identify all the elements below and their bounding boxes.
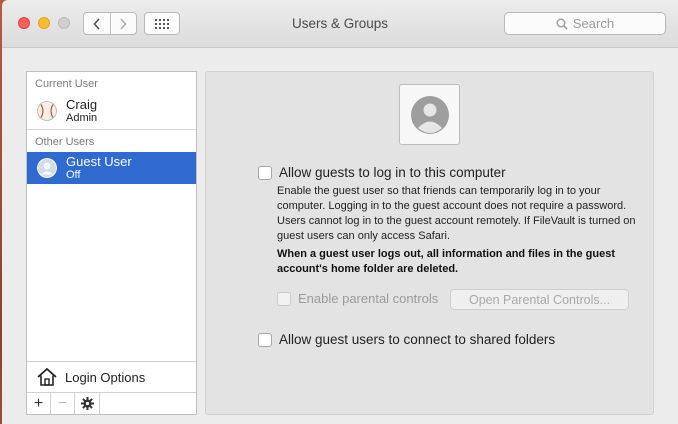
forward-button[interactable] bbox=[109, 13, 137, 34]
allow-guest-login-option[interactable]: Allow guests to log in to this computer bbox=[258, 165, 506, 180]
remove-user-button[interactable]: − bbox=[51, 393, 75, 414]
baseball-avatar-icon bbox=[37, 100, 57, 121]
zoom-window-button[interactable] bbox=[58, 17, 70, 29]
users-groups-window: Users & Groups Search Current User Craig… bbox=[2, 0, 678, 424]
guest-avatar bbox=[399, 84, 460, 145]
grid-icon bbox=[155, 18, 169, 29]
action-menu-button[interactable] bbox=[75, 393, 100, 414]
close-window-button[interactable] bbox=[18, 17, 30, 29]
chevron-right-icon bbox=[120, 17, 127, 30]
allow-guest-login-checkbox[interactable] bbox=[258, 165, 272, 180]
open-parental-controls-button[interactable]: Open Parental Controls... bbox=[450, 289, 629, 310]
gear-icon bbox=[80, 397, 94, 410]
users-list: Current User Craig Admin Other Users Gue… bbox=[26, 71, 197, 415]
user-status: Off bbox=[66, 169, 81, 181]
add-user-button[interactable]: + bbox=[27, 393, 51, 414]
generic-user-avatar-icon bbox=[37, 158, 57, 178]
titlebar: Users & Groups Search bbox=[2, 0, 678, 48]
back-forward-control bbox=[83, 12, 137, 35]
parental-controls-checkbox[interactable] bbox=[277, 291, 291, 306]
user-name: Craig bbox=[66, 96, 98, 112]
search-icon bbox=[556, 18, 568, 30]
user-name: Guest User bbox=[66, 154, 132, 169]
allow-guest-login-label: Allow guests to log in to this computer bbox=[279, 165, 506, 180]
user-role: Admin bbox=[66, 111, 98, 124]
parental-controls-option[interactable]: Enable parental controls bbox=[277, 291, 438, 306]
other-users-header: Other Users bbox=[35, 136, 95, 148]
show-all-button[interactable] bbox=[144, 12, 180, 35]
search-placeholder: Search bbox=[572, 16, 615, 31]
generic-user-icon bbox=[410, 95, 449, 134]
sidebar-toolbar: + − bbox=[27, 392, 196, 414]
shared-folders-label: Allow guest users to connect to shared f… bbox=[279, 332, 556, 347]
current-user-header: Current User bbox=[35, 78, 98, 90]
back-button[interactable] bbox=[84, 13, 110, 34]
login-options-item[interactable]: Login Options bbox=[27, 361, 196, 392]
guest-settings-panel: Allow guests to log in to this computer … bbox=[205, 71, 654, 415]
guest-description: Enable the guest user so that friends ca… bbox=[277, 185, 636, 242]
chevron-left-icon bbox=[93, 17, 100, 30]
login-options-label: Login Options bbox=[65, 369, 146, 385]
shared-folders-checkbox[interactable] bbox=[258, 332, 272, 347]
house-icon bbox=[37, 368, 57, 386]
minimize-window-button[interactable] bbox=[38, 17, 50, 29]
guest-warning: When a guest user logs out, all informat… bbox=[277, 248, 615, 275]
search-field[interactable]: Search bbox=[504, 12, 666, 35]
user-row-craig[interactable]: Craig Admin bbox=[27, 92, 196, 129]
shared-folders-option[interactable]: Allow guest users to connect to shared f… bbox=[258, 332, 555, 347]
parental-controls-label: Enable parental controls bbox=[298, 291, 439, 306]
user-row-guest[interactable]: Guest User Off bbox=[27, 152, 196, 184]
